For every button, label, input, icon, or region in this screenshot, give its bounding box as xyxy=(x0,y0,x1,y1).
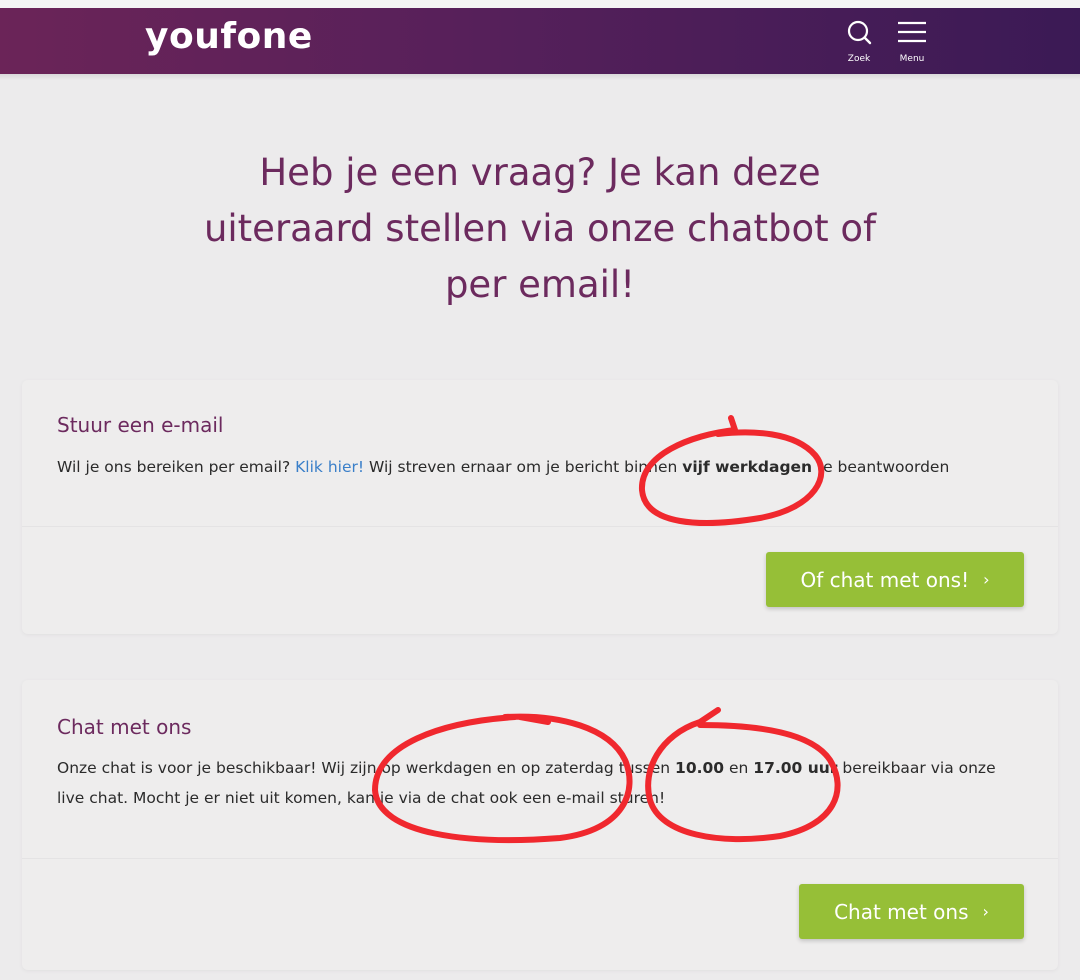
heading-line-1: Heb je een vraag? Je kan deze xyxy=(259,151,821,194)
chat-text-before: Onze chat is voor je beschikbaar! Wij zi… xyxy=(57,759,676,777)
chat-open-time: 10.00 xyxy=(675,759,725,777)
hamburger-menu-icon xyxy=(898,21,926,43)
email-text-after: te beantwoorden xyxy=(812,458,950,476)
card-divider xyxy=(22,858,1058,859)
chat-button[interactable]: Chat met ons › xyxy=(799,884,1024,939)
site-header: youfone Zoek Menu xyxy=(0,8,1080,74)
email-response-time: vijf werkdagen xyxy=(682,458,813,476)
search-button[interactable]: Zoek xyxy=(839,18,879,68)
menu-button[interactable]: Menu xyxy=(892,18,932,68)
chevron-right-icon: › xyxy=(982,902,989,921)
chat-card-text: Onze chat is voor je beschikbaar! Wij zi… xyxy=(57,753,1017,813)
card-divider xyxy=(22,526,1058,527)
status-strip xyxy=(0,0,1080,8)
chat-close-time: 17.00 uur xyxy=(753,759,838,777)
search-icon xyxy=(847,20,872,45)
header-shadow xyxy=(0,74,1080,80)
chat-button-label: Chat met ons xyxy=(834,899,969,924)
heading-line-2: uiteraard stellen via onze chatbot of xyxy=(203,207,877,250)
youfone-logo[interactable]: youfone xyxy=(145,16,313,57)
email-card: Stuur een e-mail Wil je ons bereiken per… xyxy=(22,380,1058,634)
email-text-middle: Wij streven ernaar om je bericht binnen xyxy=(364,458,683,476)
chat-with-us-button-label: Of chat met ons! xyxy=(800,567,970,592)
chat-text-middle: en xyxy=(724,759,754,777)
heading-line-3: per email! xyxy=(444,263,636,306)
page-heading: Heb je een vraag? Je kan deze uiteraard … xyxy=(170,145,910,313)
email-card-title: Stuur een e-mail xyxy=(57,413,224,437)
chat-card: Chat met ons Onze chat is voor je beschi… xyxy=(22,680,1058,970)
email-card-text: Wil je ons bereiken per email? Klik hier… xyxy=(57,452,1017,482)
chat-card-title: Chat met ons xyxy=(57,715,192,739)
menu-label: Menu xyxy=(899,54,925,64)
search-label: Zoek xyxy=(847,54,871,64)
chevron-right-icon: › xyxy=(983,570,990,589)
chat-with-us-button[interactable]: Of chat met ons! › xyxy=(766,552,1024,607)
email-link[interactable]: Klik hier! xyxy=(295,458,364,476)
email-text-before: Wil je ons bereiken per email? xyxy=(57,458,296,476)
